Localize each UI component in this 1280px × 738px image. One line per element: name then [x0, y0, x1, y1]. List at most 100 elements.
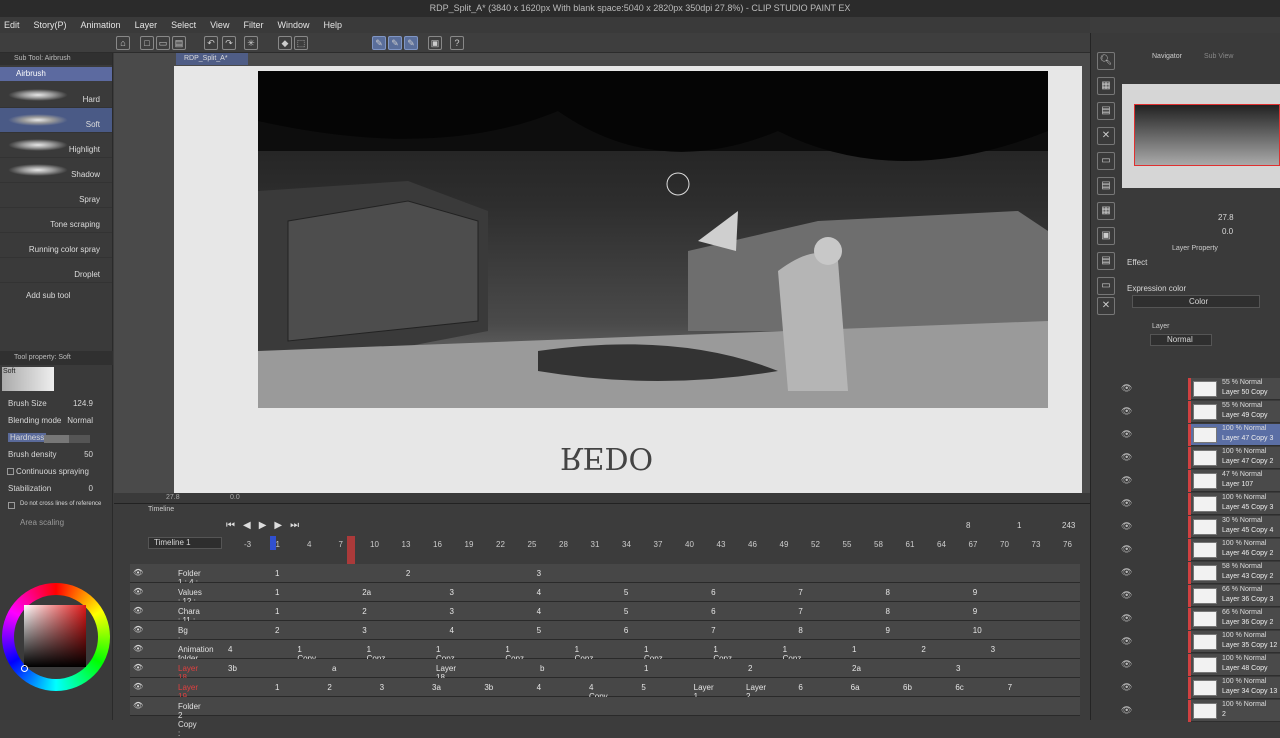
fill-icon[interactable]: ◆	[278, 36, 292, 50]
layer-item[interactable]: 55 % Normal Layer 49 Copy	[1188, 401, 1280, 423]
track-visibility-icon[interactable]: 👁︎	[133, 644, 143, 653]
frame-ruler[interactable]: -3 1 4 7 10 13 16 19 22 25 28 31 34 37 40 43 46 49 52 55 58 6…	[228, 540, 1080, 552]
start-marker[interactable]	[270, 536, 276, 550]
color-picker-cursor[interactable]	[21, 665, 28, 672]
first-frame-icon[interactable]: ⏮	[226, 520, 235, 534]
timeline-cell[interactable]: 3b	[484, 683, 493, 692]
item-bank-icon[interactable]: ▤	[1097, 177, 1115, 195]
close-icon[interactable]: ✕	[1097, 297, 1115, 315]
current-frame[interactable]: 8	[966, 521, 970, 530]
sub-tool-group-airbrush[interactable]: Airbrush	[0, 67, 112, 81]
layer-visibility-icon[interactable]: 👁︎	[1121, 590, 1133, 601]
layer-visibility-icon[interactable]: 👁︎	[1121, 498, 1133, 509]
pencil-icon[interactable]: ✎	[388, 36, 402, 50]
timeline-cell[interactable]: 1	[275, 607, 279, 616]
track-visibility-icon[interactable]: 👁︎	[133, 701, 143, 710]
transform-icon[interactable]: ✳	[244, 36, 258, 50]
brush-size-row[interactable]: Brush Size 124.9	[0, 396, 113, 413]
layer-visibility-icon[interactable]: 👁︎	[1121, 705, 1133, 716]
menu-animation[interactable]: Animation	[81, 20, 121, 30]
menu-filter[interactable]: Filter	[243, 20, 263, 30]
timeline-cell[interactable]: 3	[449, 607, 453, 616]
timeline-cell[interactable]: 3	[956, 664, 960, 673]
timeline-cell[interactable]: 8	[886, 607, 890, 616]
timeline-cell[interactable]: 1	[275, 588, 279, 597]
navigator-viewport[interactable]	[1134, 104, 1280, 166]
menu-help[interactable]: Help	[323, 20, 342, 30]
timeline-cell[interactable]: 9	[973, 588, 977, 597]
timeline-track[interactable]	[130, 659, 1080, 678]
menu-story[interactable]: Story(P)	[34, 20, 67, 30]
select-icon[interactable]: ⬚	[294, 36, 308, 50]
save-icon[interactable]: ▤	[172, 36, 186, 50]
timeline-cell[interactable]: 6	[711, 588, 715, 597]
play-icon[interactable]: ▶	[259, 520, 267, 534]
menu-edit[interactable]: Edit	[4, 20, 20, 30]
timeline-cell[interactable]: 6a	[851, 683, 860, 692]
timeline-cell[interactable]: 6b	[903, 683, 912, 692]
last-frame-icon[interactable]: ⏭	[290, 520, 299, 534]
timeline-cell[interactable]: 3	[991, 645, 995, 654]
canvas-rotation-value[interactable]: 0.0	[230, 494, 240, 501]
layer-item[interactable]: 55 % Normal Layer 50 Copy	[1188, 378, 1280, 400]
layer-item[interactable]: 100 % Normal Layer 34 Copy 13	[1188, 677, 1280, 699]
zoom-icon[interactable]: 🔍︎	[1097, 52, 1115, 70]
frame-icon[interactable]: ▣	[428, 36, 442, 50]
layer-visibility-icon[interactable]: 👁︎	[1121, 406, 1133, 417]
timeline-cell[interactable]: 4	[537, 607, 541, 616]
timeline-cell[interactable]: 2	[406, 569, 410, 578]
timeline-cell[interactable]: 3	[449, 588, 453, 597]
document-tab[interactable]: RDP_Split_A*	[176, 53, 248, 65]
brush-soft[interactable]: Soft	[0, 108, 112, 133]
blending-mode-select[interactable]: Normal	[67, 416, 93, 425]
prev-frame-icon[interactable]: ◀	[243, 520, 251, 534]
timeline-cell[interactable]: 3	[380, 683, 384, 692]
track-visibility-icon[interactable]: 👁︎	[133, 606, 143, 615]
layer-visibility-icon[interactable]: 👁︎	[1121, 521, 1133, 532]
brush-tone-scraping[interactable]: Tone scraping	[0, 208, 112, 233]
timeline-cell[interactable]: 2	[362, 607, 366, 616]
timeline-cell[interactable]: 2a	[362, 588, 371, 597]
track-visibility-icon[interactable]: 👁︎	[133, 587, 143, 596]
timeline-cell[interactable]: 2	[327, 683, 331, 692]
brush-highlight[interactable]: Highlight	[0, 133, 112, 158]
brush-icon[interactable]: ✎	[404, 36, 418, 50]
continuous-spraying-row[interactable]: Continuous spraying	[0, 464, 113, 481]
timeline-cell[interactable]: 2	[921, 645, 925, 654]
timeline-cell[interactable]: 4	[449, 626, 453, 635]
area-scaling-row[interactable]: Area scaling	[0, 515, 113, 532]
timeline-cell[interactable]: 5	[537, 626, 541, 635]
layer-visibility-icon[interactable]: 👁︎	[1121, 452, 1133, 463]
timeline-track[interactable]	[130, 640, 1080, 659]
timeline-cell[interactable]: 4	[228, 645, 232, 654]
stabilization-value[interactable]: 0	[89, 484, 93, 493]
hardness-slider[interactable]	[44, 435, 90, 443]
timeline-cell[interactable]: 1	[275, 683, 279, 692]
layer-property-tab[interactable]: Layer Property	[1172, 245, 1218, 252]
timeline-cell[interactable]: 5	[624, 607, 628, 616]
history-icon[interactable]: ▭	[1097, 152, 1115, 170]
timeline-cell[interactable]: a	[332, 664, 336, 673]
timeline-cell[interactable]: 5	[641, 683, 645, 692]
layer-visibility-icon[interactable]: 👁︎	[1121, 429, 1133, 440]
layer-visibility-icon[interactable]: 👁︎	[1121, 567, 1133, 578]
menu-layer[interactable]: Layer	[135, 20, 158, 30]
navigator-zoom[interactable]: 27.8	[1218, 213, 1234, 222]
color-set-icon[interactable]: ▤	[1097, 252, 1115, 270]
canvas-artwork[interactable]	[258, 71, 1048, 408]
hardness-row[interactable]: Hardness	[0, 430, 113, 447]
timeline-cell[interactable]: 7	[711, 626, 715, 635]
timeline-cell[interactable]: 1	[644, 664, 648, 673]
timeline-cell[interactable]: 9	[973, 607, 977, 616]
layer-blend-select[interactable]: Normal	[1150, 334, 1212, 346]
auto-action-icon[interactable]: ▦	[1097, 202, 1115, 220]
layer-visibility-icon[interactable]: 👁︎	[1121, 682, 1133, 693]
layer-visibility-icon[interactable]: 👁︎	[1121, 636, 1133, 647]
layer-visibility-icon[interactable]: 👁︎	[1121, 659, 1133, 670]
layer-tab[interactable]: Layer	[1152, 323, 1170, 330]
timeline-track[interactable]	[130, 583, 1080, 602]
close-panel-icon[interactable]: ✕	[1097, 127, 1115, 145]
layer-visibility-icon[interactable]: 👁︎	[1121, 544, 1133, 555]
properties-icon[interactable]: ▭	[1097, 277, 1115, 295]
layer-item[interactable]: 100 % Normal Layer 47 Copy 3	[1188, 424, 1280, 446]
